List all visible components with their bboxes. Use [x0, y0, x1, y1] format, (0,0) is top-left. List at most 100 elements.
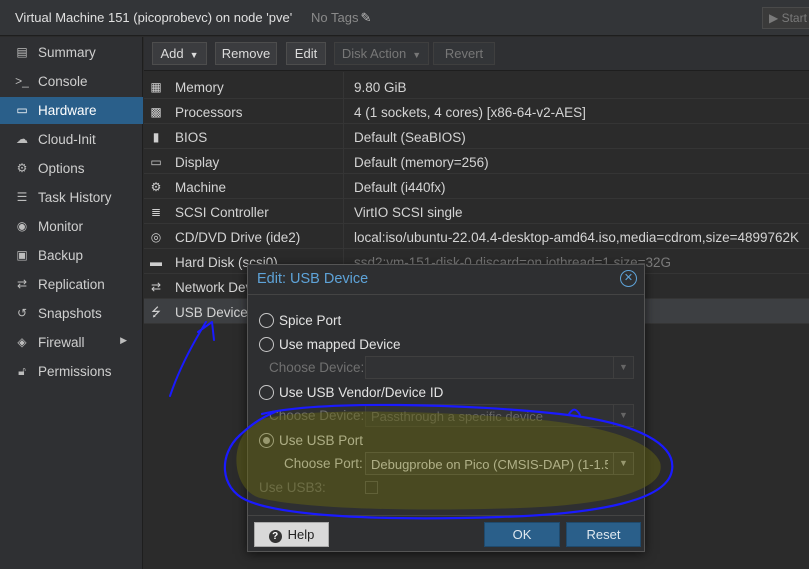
add-button[interactable]: Add ▼	[152, 42, 207, 65]
start-label: Start	[781, 11, 807, 25]
row-name: BIOS	[175, 130, 208, 145]
sidebar-item-label: Firewall	[38, 335, 85, 350]
sidebar-item-console[interactable]: >_ Console	[0, 68, 143, 95]
question-circle-icon: ?	[268, 530, 282, 543]
sidebar-item-label: Backup	[38, 248, 84, 263]
row-name: SCSI Controller	[175, 205, 269, 220]
reset-label: Reset	[586, 527, 621, 542]
usb-port-select[interactable]: Debugprobe on Pico (CMSIS-DAP) (1-1.5) ▼	[365, 452, 634, 475]
help-button[interactable]: ? Help	[254, 522, 329, 547]
usb-port-radio[interactable]	[259, 433, 274, 448]
help-label: Help	[287, 527, 315, 542]
dialog-header: Edit: USB Device ✕	[248, 265, 644, 294]
eye-icon: ◉	[16, 219, 28, 233]
row-name: CD/DVD Drive (ide2)	[175, 230, 301, 245]
revert-label: Revert	[444, 46, 484, 61]
tags-field[interactable]: No Tags ✎	[311, 10, 371, 26]
chevron-down-icon[interactable]: ▼	[613, 453, 633, 474]
list-icon: ☰	[16, 190, 28, 204]
table-row[interactable]: ≣ SCSI Controller VirtIO SCSI single	[144, 199, 809, 224]
usb-icon: ⭍	[151, 305, 161, 319]
mapped-device-label: Use mapped Device	[279, 337, 401, 352]
row-name: Processors	[175, 105, 243, 120]
dialog-footer: ? Help OK Reset	[248, 515, 644, 551]
sidebar-item-label: Summary	[38, 45, 96, 60]
start-button[interactable]: ▶ Start	[762, 7, 809, 29]
spice-port-label: Spice Port	[279, 313, 342, 328]
disk-action-button[interactable]: Disk Action ▼	[334, 42, 429, 65]
database-icon: ≣	[150, 205, 162, 219]
sidebar-item-label: Replication	[38, 277, 105, 292]
cloud-icon: ☁	[16, 132, 28, 146]
cpu-icon: ▩	[150, 105, 162, 119]
sidebar-item-label: Cloud-Init	[38, 132, 96, 147]
ok-button[interactable]: OK	[484, 522, 560, 547]
edit-button[interactable]: Edit	[286, 42, 326, 65]
mapped-device-select[interactable]: ▼	[365, 356, 634, 379]
use-usb3-checkbox[interactable]	[365, 481, 378, 494]
gear-icon: ⚙	[16, 161, 28, 175]
cogs-icon: ⚙	[150, 180, 162, 194]
sidebar-item-permissions[interactable]: 🔓︎ Permissions	[0, 358, 143, 385]
sidebar-item-label: Permissions	[38, 364, 112, 379]
table-row[interactable]: ◎ CD/DVD Drive (ide2) local:iso/ubuntu-2…	[144, 224, 809, 249]
sidebar-item-monitor[interactable]: ◉ Monitor	[0, 213, 143, 240]
chevron-down-icon[interactable]: ▼	[613, 357, 633, 378]
edit-usb-device-dialog: Edit: USB Device ✕ Spice Port Use mapped…	[247, 264, 645, 552]
sidebar-item-snapshots[interactable]: ↺ Snapshots	[0, 300, 143, 327]
remove-button[interactable]: Remove	[215, 42, 277, 65]
tags-label: No Tags	[311, 10, 359, 25]
sidebar-item-replication[interactable]: ⇄ Replication	[0, 271, 143, 298]
remove-label: Remove	[221, 46, 271, 61]
reset-button[interactable]: Reset	[566, 522, 641, 547]
chevron-down-icon: ▼	[412, 50, 422, 60]
choose-device-label: Choose Device:	[269, 408, 365, 423]
sidebar-item-options[interactable]: ⚙ Options	[0, 155, 143, 182]
shield-icon: ◈	[17, 335, 27, 349]
caret-right-icon[interactable]: ▶	[120, 335, 127, 346]
sidebar-item-summary[interactable]: ▤ Summary	[0, 39, 143, 66]
play-icon: ▶	[769, 11, 779, 25]
revert-button[interactable]: Revert	[433, 42, 495, 65]
table-row[interactable]: ▮ BIOS Default (SeaBIOS)	[144, 124, 809, 149]
blue-arrow-stroke	[169, 321, 215, 397]
console-icon: >_	[15, 74, 29, 88]
usb-port-value: Debugprobe on Pico (CMSIS-DAP) (1-1.5)	[371, 457, 608, 472]
pencil-icon[interactable]: ✎	[360, 10, 371, 25]
vendor-device-radio[interactable]	[259, 385, 274, 400]
disk-action-label: Disk Action	[341, 46, 407, 61]
vendor-device-select[interactable]: Passthrough a specific device ▼	[365, 404, 634, 427]
memory-icon: ▦	[150, 80, 162, 94]
monitor-icon: ▭	[16, 103, 28, 117]
retweet-icon: ⇄	[16, 277, 28, 291]
mapped-device-radio[interactable]	[259, 337, 274, 352]
row-value: 4 (1 sockets, 4 cores) [x86-64-v2-AES]	[354, 105, 586, 120]
chevron-down-icon[interactable]: ▼	[613, 405, 633, 426]
table-row[interactable]: ⚙ Machine Default (i440fx)	[144, 174, 809, 199]
title-bar: Virtual Machine 151 (picoprobevc) on nod…	[0, 0, 809, 36]
usb-port-label: Use USB Port	[279, 433, 364, 448]
exchange-icon: ⇄	[150, 280, 162, 294]
table-row[interactable]: ▭ Display Default (memory=256)	[144, 149, 809, 174]
table-row[interactable]: ▩ Processors 4 (1 sockets, 4 cores) [x86…	[144, 99, 809, 124]
table-row[interactable]: ▦ Memory 9.80 GiB	[144, 74, 809, 99]
dialog-title: Edit: USB Device	[257, 271, 369, 287]
choose-device-label: Choose Device:	[269, 360, 365, 375]
sidebar-item-task-history[interactable]: ☰ Task History	[0, 184, 143, 211]
close-icon[interactable]: ✕	[620, 270, 637, 287]
unlock-icon: 🔓︎	[18, 364, 26, 378]
sidebar-item-label: Console	[38, 74, 88, 89]
sidebar-item-firewall[interactable]: ◈ Firewall ▶	[0, 329, 143, 356]
harddisk-icon: ▬	[150, 255, 162, 269]
spice-port-radio[interactable]	[259, 313, 274, 328]
ok-label: OK	[512, 527, 532, 542]
sidebar-item-hardware[interactable]: ▭ Hardware	[0, 97, 143, 124]
window-title: Virtual Machine 151 (picoprobevc) on nod…	[15, 10, 293, 25]
history-icon: ↺	[16, 306, 28, 320]
sidebar-item-cloud-init[interactable]: ☁ Cloud-Init	[0, 126, 143, 153]
row-value: Default (memory=256)	[354, 155, 489, 170]
vendor-device-placeholder: Passthrough a specific device	[371, 409, 543, 424]
summary-icon: ▤	[16, 45, 28, 59]
sidebar-item-label: Monitor	[38, 219, 84, 234]
sidebar-item-backup[interactable]: ▣ Backup	[0, 242, 143, 269]
